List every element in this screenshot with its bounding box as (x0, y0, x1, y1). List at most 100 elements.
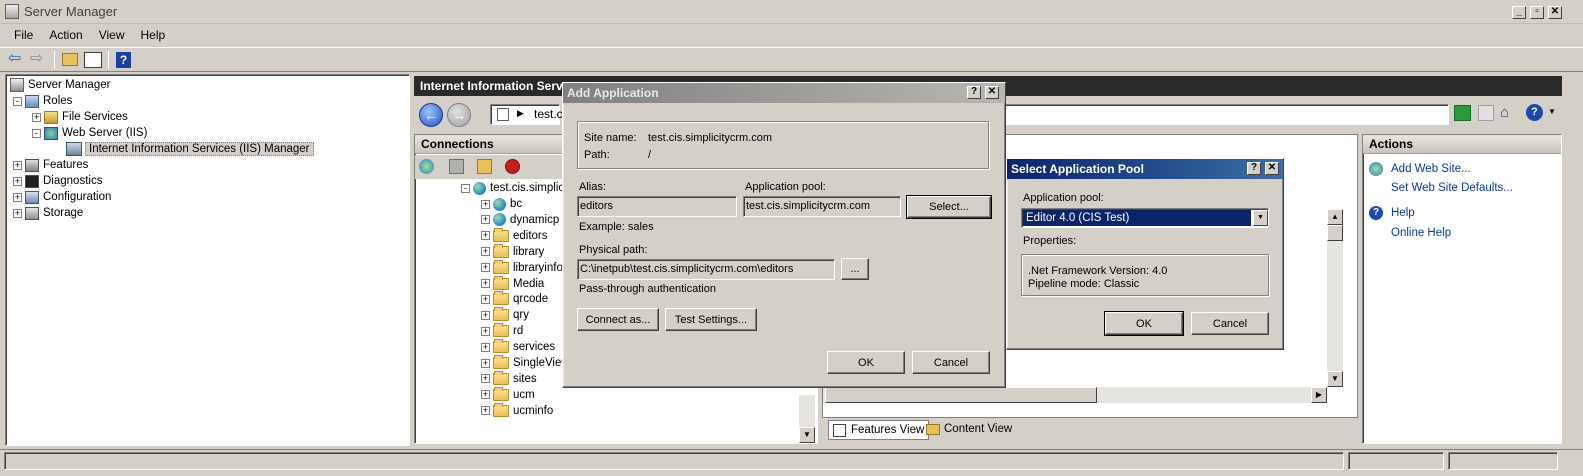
collapse-icon[interactable]: - (461, 183, 470, 193)
expand-icon[interactable]: + (481, 390, 490, 400)
expand-icon[interactable]: + (481, 263, 490, 273)
connect-as-button[interactable]: Connect as... (577, 308, 659, 331)
pool-ok-button[interactable]: OK (1104, 311, 1184, 336)
help-dropdown-icon[interactable]: ? (1526, 104, 1543, 121)
tree-features[interactable]: + Features (13, 157, 88, 173)
scroll-down-icon[interactable]: ▼ (1327, 371, 1343, 387)
tree-configuration[interactable]: + Configuration (13, 189, 111, 205)
expand-icon[interactable]: + (13, 160, 22, 170)
tree-site-child[interactable]: + Media (481, 275, 544, 292)
forward-arrow-icon[interactable]: ⇨ (30, 51, 46, 67)
back-nav-icon[interactable]: ← (419, 103, 443, 127)
tree-site-child[interactable]: + library (481, 243, 544, 260)
expand-icon[interactable]: + (13, 176, 22, 186)
tree-site-child[interactable]: + dynamicp (481, 212, 559, 228)
pool-select[interactable]: Editor 4.0 (CIS Test) ▼ (1021, 208, 1269, 228)
scroll-down-icon[interactable]: ▼ (799, 427, 815, 443)
expand-icon[interactable]: + (13, 192, 22, 202)
menu-file[interactable]: File (6, 25, 41, 45)
back-arrow-icon[interactable]: ⇦ (8, 51, 24, 67)
online-help-link[interactable]: Online Help (1391, 227, 1451, 239)
tree-storage[interactable]: + Storage (13, 205, 83, 221)
connect-globe-icon[interactable] (419, 159, 434, 174)
expand-icon[interactable]: + (481, 374, 490, 384)
test-settings-button[interactable]: Test Settings... (665, 308, 757, 331)
tree-site-child[interactable]: + qry (481, 307, 529, 323)
tree-site-child[interactable]: + ucm (481, 386, 535, 403)
up-folder-icon[interactable] (62, 53, 78, 66)
expand-icon[interactable]: + (481, 247, 490, 257)
expand-icon[interactable]: + (481, 199, 490, 209)
expand-icon[interactable]: + (481, 231, 490, 241)
minimize-button[interactable]: _ (1512, 6, 1526, 19)
content-scrollbar[interactable]: ▲ ▼ (1327, 209, 1343, 387)
content-view-tab[interactable]: Content View (924, 420, 1016, 440)
scroll-right-icon[interactable]: ▶ (1311, 387, 1327, 403)
tree-site-child[interactable]: + sites (481, 370, 537, 387)
chevron-down-icon[interactable]: ▼ (1548, 107, 1556, 116)
tree-site-child[interactable]: + ucminfo (481, 402, 553, 419)
menu-view[interactable]: View (91, 25, 133, 45)
menu-help[interactable]: Help (133, 25, 174, 45)
expand-icon[interactable]: + (481, 294, 490, 304)
collapse-icon[interactable]: - (32, 128, 41, 138)
address-bar-right[interactable] (1004, 104, 1449, 125)
expand-icon[interactable]: + (32, 112, 41, 122)
expand-icon[interactable]: + (481, 326, 490, 336)
stop-icon[interactable] (1478, 105, 1494, 121)
pool-dialog-help-button[interactable]: ? (1247, 162, 1261, 175)
tree-server-manager[interactable]: Server Manager (10, 77, 110, 93)
expand-icon[interactable]: + (481, 310, 490, 320)
tree-diagnostics[interactable]: + Diagnostics (13, 173, 102, 189)
ok-button[interactable]: OK (827, 351, 905, 374)
save-icon[interactable] (449, 159, 464, 174)
content-hscrollbar[interactable]: ▶ (823, 387, 1327, 403)
home-icon[interactable]: ⌂ (1500, 105, 1516, 121)
help-link[interactable]: Help (1391, 207, 1415, 219)
scroll-up-icon[interactable]: ▲ (1327, 209, 1343, 225)
collapse-icon[interactable]: - (13, 96, 22, 106)
dialog-help-button[interactable]: ? (967, 86, 981, 99)
chevron-down-icon[interactable]: ▼ (1253, 210, 1268, 226)
pool-dialog-close-button[interactable]: ✕ (1265, 162, 1279, 175)
tree-site-child[interactable]: + SingleView (481, 355, 570, 371)
expand-icon[interactable]: + (481, 358, 490, 368)
set-web-site-defaults-link[interactable]: Set Web Site Defaults... (1391, 182, 1513, 194)
tree-file-services[interactable]: + File Services (32, 109, 128, 125)
tree-iis-manager[interactable]: Internet Information Services (IIS) Mana… (66, 141, 314, 157)
disconnect-icon[interactable] (505, 159, 520, 174)
select-pool-button[interactable]: Select... (906, 195, 992, 219)
show-hide-tree-icon[interactable] (84, 52, 102, 68)
alias-input[interactable]: editors (577, 196, 737, 217)
cancel-button[interactable]: Cancel (912, 351, 990, 374)
expand-icon[interactable]: + (481, 215, 490, 225)
menu-action[interactable]: Action (41, 25, 90, 45)
dialog-close-button[interactable]: ✕ (985, 86, 999, 99)
physical-path-input[interactable]: C:\inetpub\test.cis.simplicitycrm.com\ed… (577, 259, 835, 280)
tree-site-child[interactable]: + libraryinfo (481, 259, 563, 276)
tree-roles[interactable]: - Roles (13, 93, 72, 109)
pool-cancel-button[interactable]: Cancel (1191, 312, 1269, 335)
expand-icon[interactable]: + (481, 406, 490, 416)
address-bar[interactable]: ▶ test.c (490, 104, 563, 125)
tree-site-child[interactable]: + services (481, 339, 555, 355)
expand-icon[interactable]: + (481, 342, 490, 352)
tree-site-child[interactable]: + rd (481, 323, 523, 339)
refresh-icon[interactable] (1454, 105, 1471, 121)
tree-site-child[interactable]: + qrcode (481, 291, 548, 307)
tree-site-child[interactable]: + bc (481, 196, 522, 212)
help-icon[interactable]: ? (116, 52, 131, 68)
features-view-tab[interactable]: Features View (828, 420, 930, 440)
add-web-site-link[interactable]: Add Web Site... (1391, 163, 1471, 175)
forward-nav-icon[interactable]: → (447, 103, 471, 127)
expand-icon[interactable]: + (13, 208, 22, 218)
connections-scrollbar[interactable]: ▼ (799, 395, 815, 443)
tree-site[interactable]: - test.cis.simplic (461, 180, 564, 196)
browse-button[interactable]: ... (841, 258, 869, 280)
expand-icon[interactable]: + (481, 279, 490, 288)
close-button[interactable]: ✕ (1548, 6, 1562, 19)
tree-site-child[interactable]: + editors (481, 227, 548, 244)
restore-button[interactable]: ▫ (1530, 6, 1544, 19)
tree-web-server[interactable]: - Web Server (IIS) (32, 125, 147, 141)
up-icon[interactable] (477, 159, 492, 174)
